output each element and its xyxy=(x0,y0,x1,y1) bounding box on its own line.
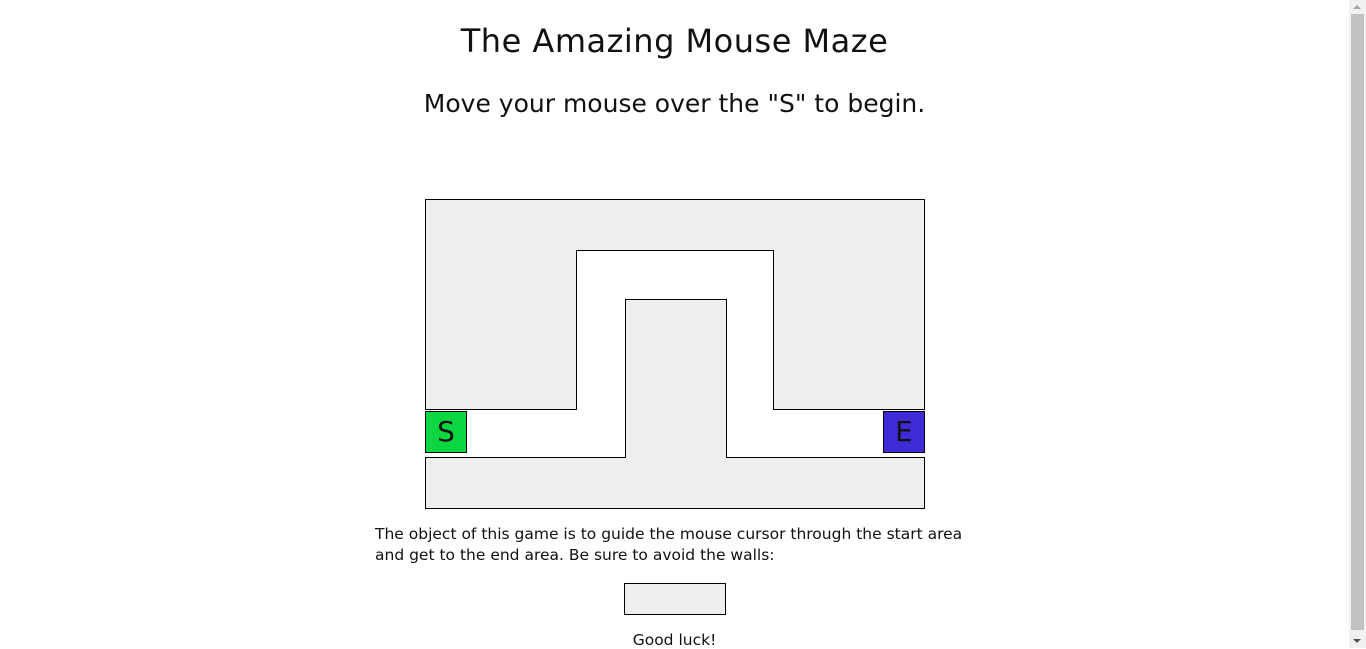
scroll-up-icon[interactable] xyxy=(1353,5,1361,9)
maze[interactable]: S E xyxy=(425,199,926,510)
status-message: Move your mouse over the "S" to begin. xyxy=(423,89,926,118)
page-title: The Amazing Mouse Maze xyxy=(460,22,889,60)
end-area[interactable]: E xyxy=(883,411,925,453)
good-luck-text: Good luck! xyxy=(632,631,717,649)
instructions: The object of this game is to guide the … xyxy=(375,525,963,564)
scrollbar-thumb[interactable] xyxy=(1351,14,1364,630)
scroll-down-icon[interactable] xyxy=(1353,639,1361,643)
vertical-scrollbar[interactable] xyxy=(1349,0,1366,648)
start-area[interactable]: S xyxy=(425,411,467,453)
page: The Amazing Mouse Maze Move your mouse o… xyxy=(0,0,1349,649)
maze-walls xyxy=(425,199,925,509)
wall-sample xyxy=(624,583,726,615)
